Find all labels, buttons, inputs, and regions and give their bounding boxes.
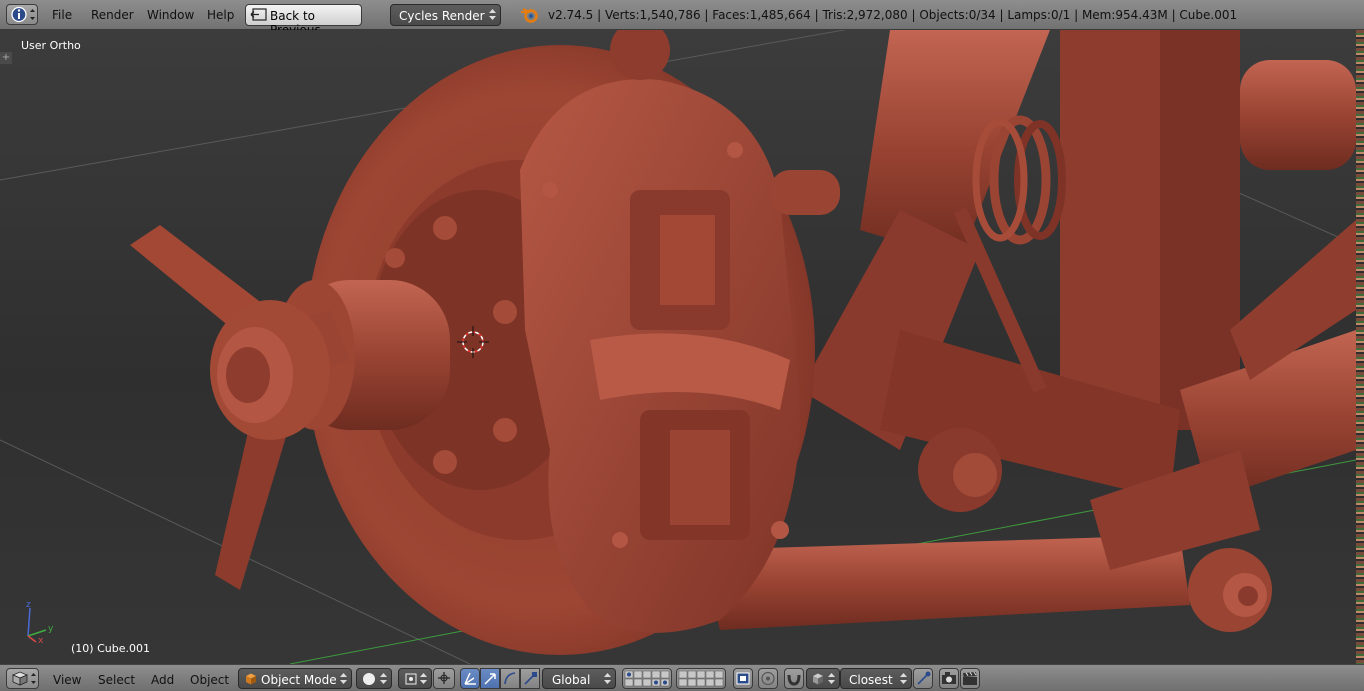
brake-assembly-model <box>0 30 1356 664</box>
magnet-icon <box>787 674 801 686</box>
chevron-updown-icon <box>828 673 835 684</box>
menu-view[interactable]: View <box>53 673 81 687</box>
back-to-previous-button[interactable]: Back to Previous <box>245 4 362 37</box>
manipulate-centers-icon <box>438 672 450 684</box>
editor-type-button[interactable] <box>6 4 38 25</box>
active-object-label: (10) Cube.001 <box>71 642 150 655</box>
menu-render[interactable]: Render <box>91 8 134 22</box>
chevron-updown-icon <box>900 673 907 684</box>
axis-label-y: y <box>48 624 54 634</box>
snap-align-rotation-button[interactable] <box>913 668 933 689</box>
info-header: File Render Window Help Back to Previous… <box>0 0 1364 37</box>
chevron-updown-icon <box>380 673 387 684</box>
render-engine-select[interactable]: Cycles Render <box>390 4 501 26</box>
layer-grid-icon <box>624 670 670 687</box>
toolshelf-toggle-icon[interactable]: + <box>0 52 12 64</box>
snap-target-label: Closest <box>849 673 893 687</box>
axis-label-x: x <box>38 636 44 646</box>
align-rotation-icon <box>917 671 931 685</box>
proportional-editing-icon <box>761 671 775 686</box>
scene-layers-group-2[interactable] <box>676 668 726 689</box>
object-cube-icon <box>246 673 256 685</box>
translate-manipulator-button[interactable] <box>480 668 500 689</box>
menu-add[interactable]: Add <box>151 673 174 687</box>
opengl-render-animation-button[interactable] <box>960 668 980 689</box>
view-name-label: User Ortho <box>21 39 81 52</box>
scale-icon <box>524 672 537 685</box>
blender-logo-icon <box>521 8 538 23</box>
lock-camera-layers-button[interactable] <box>733 668 753 689</box>
scene-statistics: v2.74.5 | Verts:1,540,786 | Faces:1,485,… <box>548 8 1238 22</box>
camera-icon <box>942 672 956 684</box>
layer-grid-icon <box>678 670 724 687</box>
menu-object[interactable]: Object <box>190 673 229 687</box>
chevron-updown-icon <box>604 673 611 684</box>
snap-toggle-button[interactable] <box>784 668 804 689</box>
rotate-icon <box>504 672 516 685</box>
layer-lock-icon <box>736 672 750 685</box>
interaction-mode-select[interactable]: Object Mode <box>238 668 352 689</box>
chevron-updown-icon <box>489 9 496 20</box>
mode-label: Object Mode <box>261 673 337 687</box>
menu-file[interactable]: File <box>52 8 72 22</box>
opengl-render-image-button[interactable] <box>939 668 959 689</box>
snap-volume-icon <box>813 673 823 685</box>
snap-element-select[interactable] <box>806 668 840 689</box>
orientation-label: Global <box>552 673 591 687</box>
chevron-updown-icon <box>340 673 347 684</box>
chevron-updown-icon <box>420 673 427 684</box>
scale-manipulator-button[interactable] <box>520 668 540 689</box>
editor-type-button[interactable] <box>6 668 39 689</box>
solid-shading-icon <box>363 673 375 685</box>
viewport-shading-select[interactable] <box>356 668 392 689</box>
menu-help[interactable]: Help <box>207 8 234 22</box>
proportional-editing-button[interactable] <box>758 668 778 689</box>
3d-view-icon <box>11 671 36 686</box>
pivot-point-select[interactable] <box>398 668 432 689</box>
menu-select[interactable]: Select <box>98 673 135 687</box>
menu-window[interactable]: Window <box>147 8 194 22</box>
clapperboard-icon <box>963 671 977 685</box>
info-icon <box>11 6 35 23</box>
render-engine-label: Cycles Render <box>399 9 485 23</box>
3d-viewport[interactable]: User Ortho + z y x (10) Cube.001 <box>0 30 1356 664</box>
scene-layers-group-1[interactable] <box>622 668 672 689</box>
translate-arrow-icon <box>484 673 496 685</box>
brake-caliper <box>520 79 800 633</box>
transform-orientation-select[interactable]: Global <box>542 668 616 689</box>
back-arrow-icon <box>250 8 267 21</box>
manipulator-toggle[interactable] <box>460 668 480 689</box>
3d-view-header: View Select Add Object Object Mode Globa… <box>0 664 1364 691</box>
manipulator-icon <box>464 672 476 685</box>
axis-label-z: z <box>26 600 31 610</box>
snap-target-select[interactable]: Closest <box>840 668 912 689</box>
viewport-edge-artifact <box>1356 30 1364 664</box>
rotate-manipulator-button[interactable] <box>500 668 520 689</box>
pivot-align-toggle[interactable] <box>433 668 455 689</box>
pivot-icon <box>405 673 417 685</box>
